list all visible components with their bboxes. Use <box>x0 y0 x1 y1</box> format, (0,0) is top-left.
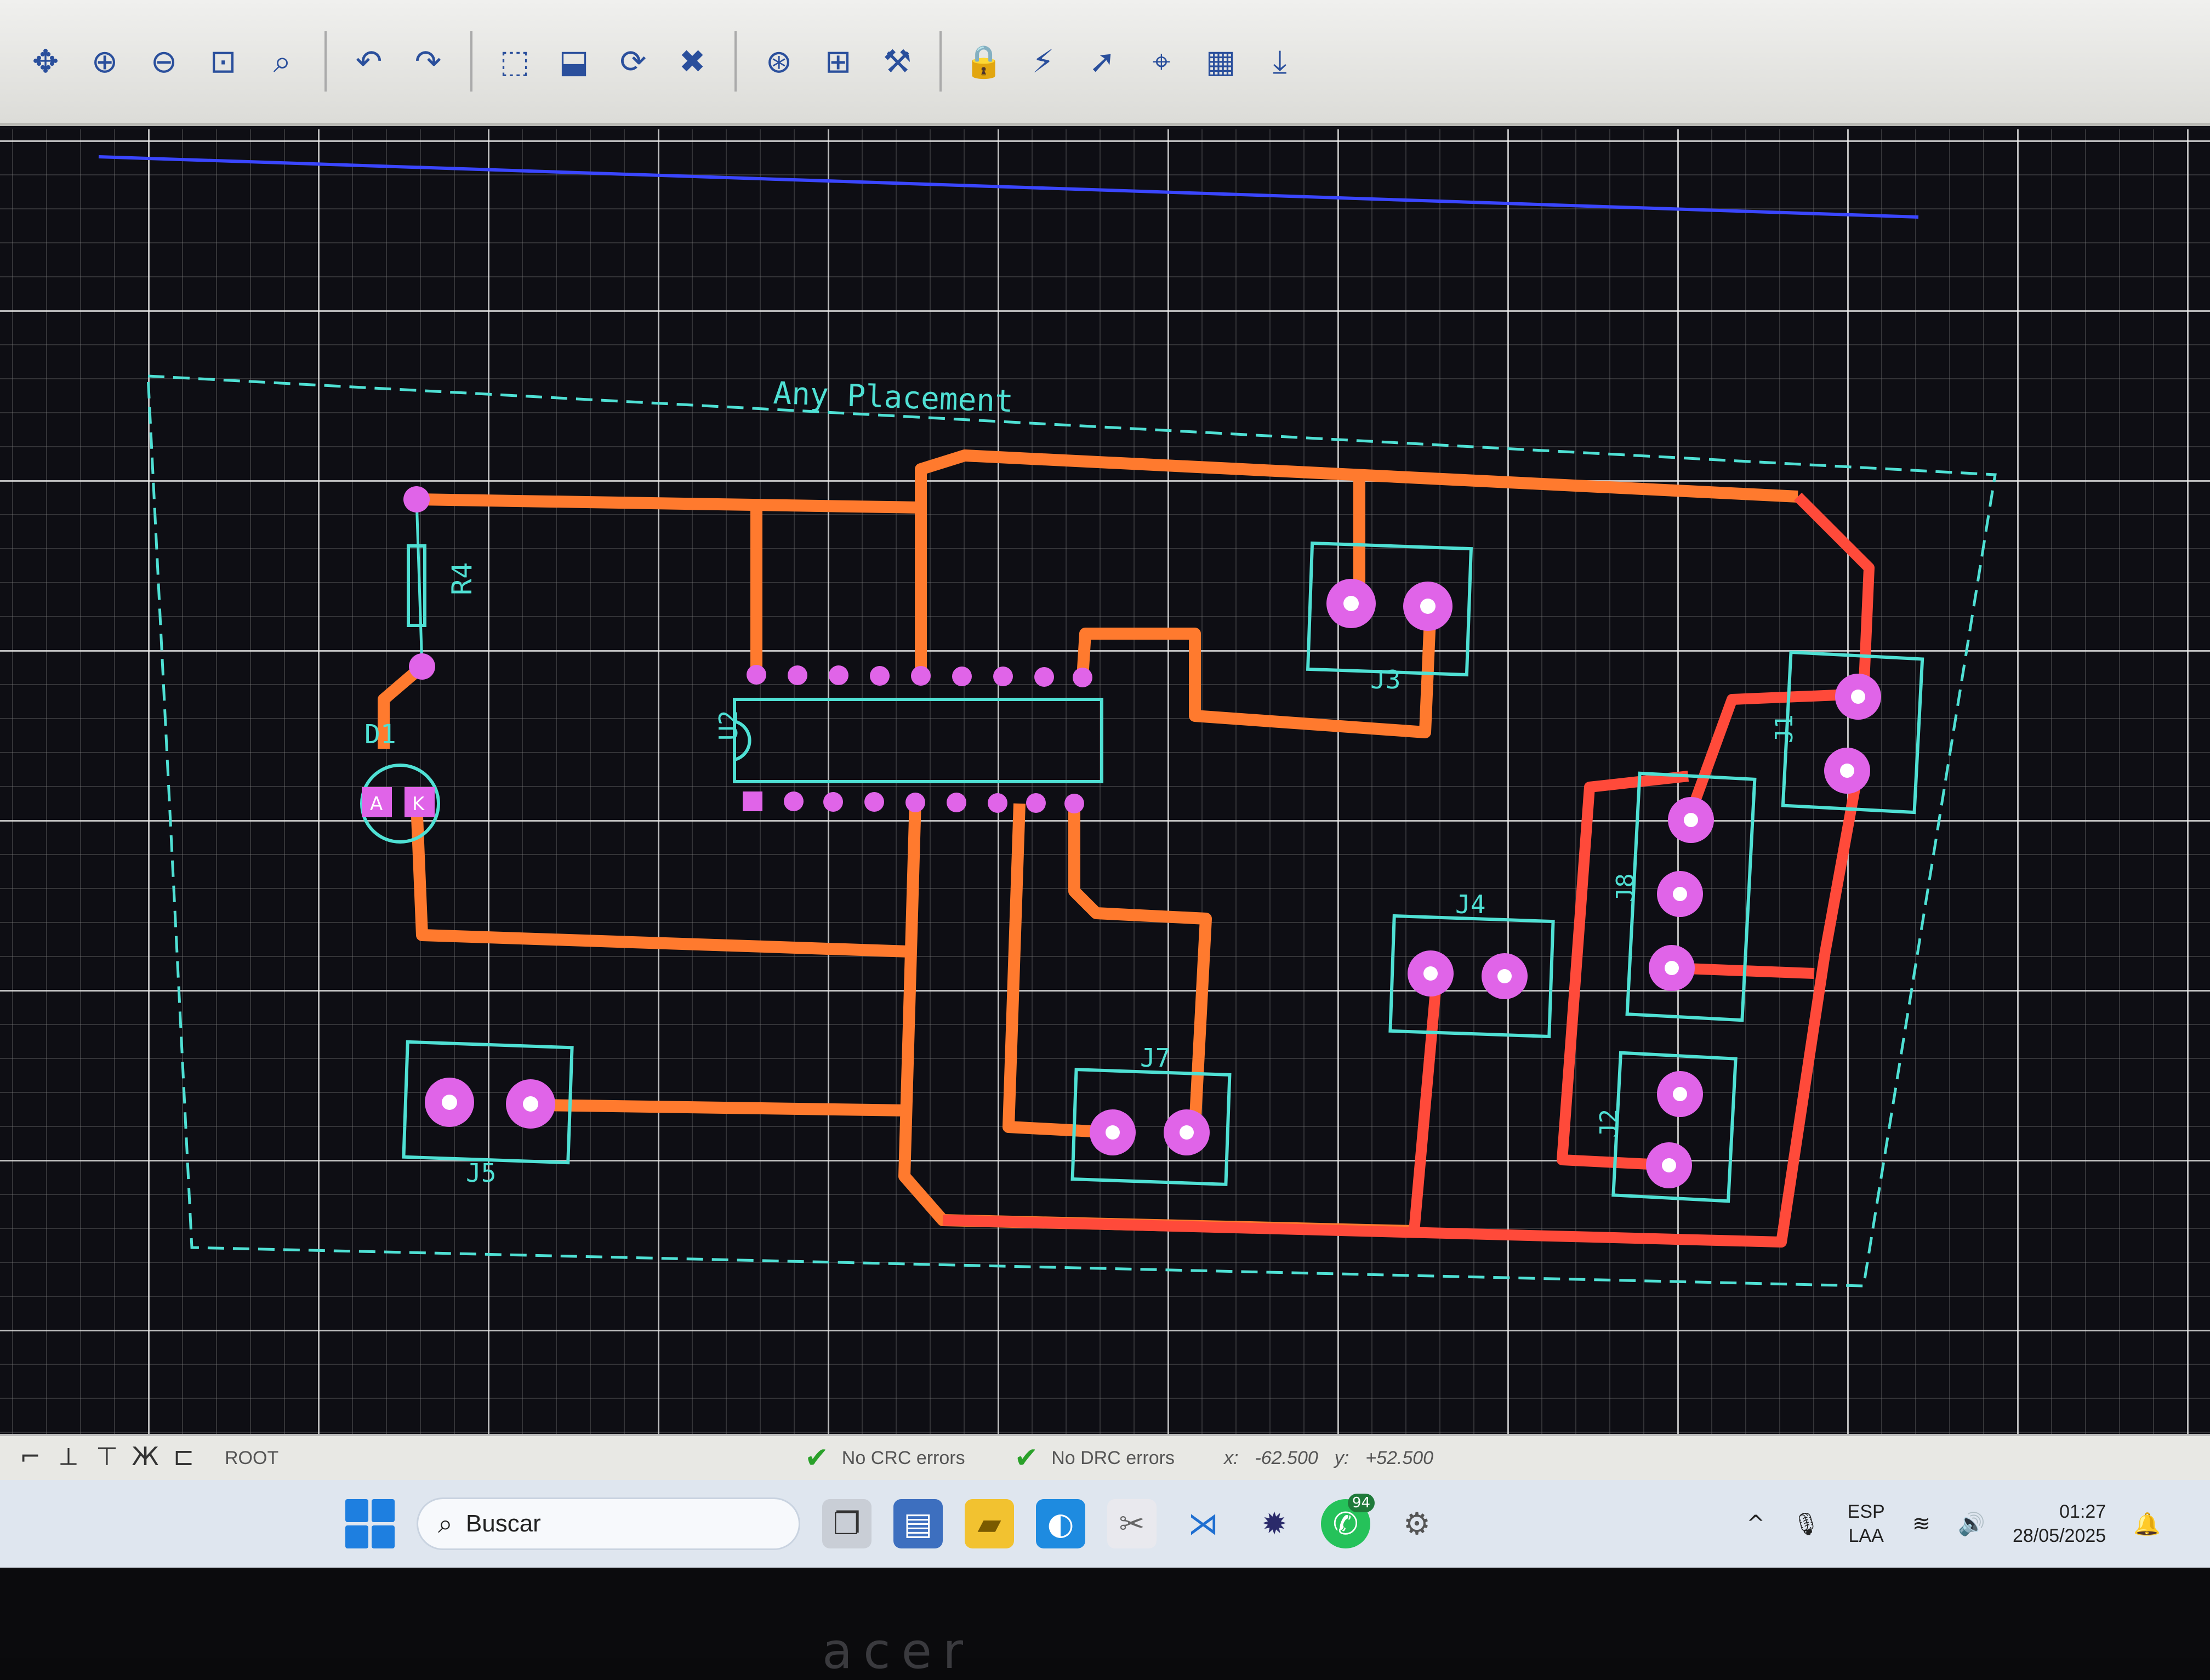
block-copy-icon[interactable]: ⬚ <box>491 38 538 85</box>
d1-label: D1 <box>364 719 396 750</box>
block-rotate-icon[interactable]: ⟳ <box>610 38 657 85</box>
placement-label: Any Placement <box>773 375 1014 419</box>
pick-part-icon[interactable]: ⊛ <box>755 38 802 85</box>
y-coord-label: y: <box>1334 1447 1349 1468</box>
toolbar-separator <box>470 31 472 92</box>
route-mode-icon[interactable]: ⌐ <box>11 1442 49 1474</box>
track-mode-icon[interactable]: ⟂ <box>49 1442 88 1474</box>
volume-icon[interactable]: 🔊 <box>1958 1511 1985 1537</box>
board-edge <box>98 155 1919 219</box>
crc-ok-icon: ✔ <box>805 1442 829 1474</box>
r4-label: R4 <box>446 562 478 595</box>
package-tool-icon[interactable]: ⚒ <box>874 38 921 85</box>
toolbar-separator <box>324 31 327 92</box>
notification-bell-icon[interactable]: 🔔 <box>2133 1511 2161 1537</box>
j5-label: J5 <box>466 1158 496 1188</box>
pad[interactable] <box>409 653 435 680</box>
j4-label: J4 <box>1455 890 1485 919</box>
zoom-area-icon[interactable]: ⌕ <box>259 38 306 85</box>
whatsapp-badge: 94 <box>1347 1494 1375 1512</box>
x-coord-value: -62.500 <box>1255 1447 1318 1468</box>
microphone-icon[interactable]: 🎙 <box>1792 1511 1820 1537</box>
ic-u2[interactable]: U2 <box>714 665 1103 813</box>
pcb-canvas[interactable]: Any Placement R4 D1 A K U2 J3 J1 J8 J2 J… <box>0 129 2210 1434</box>
connector-j2[interactable]: J2 <box>1595 1051 1738 1203</box>
connector-j3[interactable]: J3 <box>1306 541 1473 694</box>
zoom-out-icon[interactable]: ⊖ <box>140 38 187 85</box>
via-mode-icon[interactable]: ⊤ <box>88 1442 126 1474</box>
anode-label: A <box>370 793 383 815</box>
connector-j7[interactable]: J7 <box>1070 1043 1232 1186</box>
zoom-in-icon[interactable]: ⊕ <box>81 38 128 85</box>
edge-browser-icon[interactable]: ◐ <box>1036 1499 1085 1548</box>
pad[interactable] <box>403 486 430 512</box>
autorouter-icon[interactable]: ⚡ <box>1019 38 1067 85</box>
search-placeholder: Buscar <box>465 1510 541 1537</box>
main-toolbar: ✥ ⊕ ⊖ ⊡ ⌕ ↶ ↷ ⬚ ⬓ ⟳ ✖ ⊛ ⊞ ⚒ 🔒 ⚡ ➚ ⌖ ▦ ⤓ <box>0 0 2210 126</box>
j3-label: J3 <box>1370 665 1400 694</box>
notepad-icon[interactable]: ▤ <box>893 1499 943 1548</box>
clock-time: 01:27 <box>2059 1501 2106 1522</box>
led-d1[interactable]: D1 A K <box>360 719 440 844</box>
whatsapp-icon[interactable]: ✆ 94 <box>1321 1494 1375 1548</box>
design-rule-icon[interactable]: 🔒 <box>960 38 1007 85</box>
resistor-r4[interactable]: R4 <box>403 486 478 680</box>
toolbar-separator <box>939 31 942 92</box>
vscode-icon[interactable]: ⋊ <box>1178 1499 1228 1548</box>
drc-ok-icon: ✔ <box>1014 1442 1039 1474</box>
proteus-icon[interactable]: ✹ <box>1250 1499 1299 1548</box>
u2-label: U2 <box>714 710 743 741</box>
status-bar: ⌐ ⟂ ⊤ Ж ⊏ ROOT ✔ No CRC errors ✔ No DRC … <box>0 1434 2210 1480</box>
clock[interactable]: 01:27 28/05/2025 <box>2013 1500 2106 1548</box>
root-sheet-label: ROOT <box>225 1447 279 1468</box>
j7-label: J7 <box>1140 1043 1170 1073</box>
windows-taskbar: ⌕ Buscar ❐ ▤ ▰ ◐ ✂ ⋊ ✹ ✆ 94 ⚙ ^ 🎙 ESP LAA… <box>0 1480 2210 1568</box>
undo-icon[interactable]: ↶ <box>345 38 392 85</box>
file-explorer-icon[interactable]: ▰ <box>965 1499 1014 1548</box>
connector-j4[interactable]: J4 <box>1388 890 1555 1039</box>
connector-j1[interactable]: J1 <box>1770 650 1924 815</box>
netlist-icon[interactable]: Ж <box>126 1442 164 1474</box>
search-tag-icon[interactable]: ➚ <box>1079 38 1126 85</box>
system-tray: ^ 🎙 ESP LAA ≋ 🔊 01:27 28/05/2025 🔔 <box>1746 1480 2161 1568</box>
crc-status[interactable]: No CRC errors <box>842 1448 965 1469</box>
connector-j5[interactable]: J5 <box>402 1040 574 1188</box>
start-button[interactable] <box>345 1499 395 1548</box>
monitor-logo: acer <box>822 1622 975 1680</box>
monitor-screen: ✥ ⊕ ⊖ ⊡ ⌕ ↶ ↷ ⬚ ⬓ ⟳ ✖ ⊛ ⊞ ⚒ 🔒 ⚡ ➚ ⌖ ▦ ⤓ … <box>0 0 2210 1590</box>
task-view-icon[interactable]: ❐ <box>822 1499 872 1548</box>
toolbar-separator <box>734 31 737 92</box>
j1-label: J1 <box>1770 714 1798 743</box>
block-delete-icon[interactable]: ✖ <box>669 38 716 85</box>
redo-icon[interactable]: ↷ <box>405 38 452 85</box>
clock-date: 28/05/2025 <box>2013 1525 2106 1546</box>
j8-label: J8 <box>1611 873 1639 902</box>
search-icon: ⌕ <box>438 1508 453 1539</box>
layer-icon[interactable]: ⊏ <box>164 1442 203 1474</box>
3d-view-icon[interactable]: ▦ <box>1197 38 1244 85</box>
connector-j8[interactable]: J8 <box>1611 771 1757 1022</box>
zoom-fit-icon[interactable]: ⊡ <box>200 38 247 85</box>
x-coord-label: x: <box>1224 1447 1239 1468</box>
make-device-icon[interactable]: ⊞ <box>814 38 862 85</box>
cathode-label: K <box>412 793 425 815</box>
property-assign-icon[interactable]: ⌖ <box>1138 38 1185 85</box>
export-gerber-icon[interactable]: ⤓ <box>1256 38 1303 85</box>
monitor-bezel <box>0 1568 2210 1658</box>
settings-gear-icon[interactable]: ⚙ <box>1392 1499 1442 1548</box>
taskbar-search[interactable]: ⌕ Buscar <box>417 1497 800 1550</box>
wifi-icon[interactable]: ≋ <box>1912 1511 1931 1536</box>
y-coord-value: +52.500 <box>1365 1447 1434 1468</box>
pan-icon[interactable]: ✥ <box>22 38 69 85</box>
snipping-tool-icon[interactable]: ✂ <box>1107 1499 1157 1548</box>
language-indicator[interactable]: ESP LAA <box>1848 1500 1885 1548</box>
drc-status[interactable]: No DRC errors <box>1051 1448 1175 1469</box>
block-move-icon[interactable]: ⬓ <box>550 38 597 85</box>
pcb-layout[interactable]: Any Placement R4 D1 A K U2 J3 J1 J8 J2 J… <box>0 129 2210 1434</box>
j2-label: J2 <box>1595 1109 1623 1138</box>
chevron-up-icon[interactable]: ^ <box>1746 1511 1765 1536</box>
